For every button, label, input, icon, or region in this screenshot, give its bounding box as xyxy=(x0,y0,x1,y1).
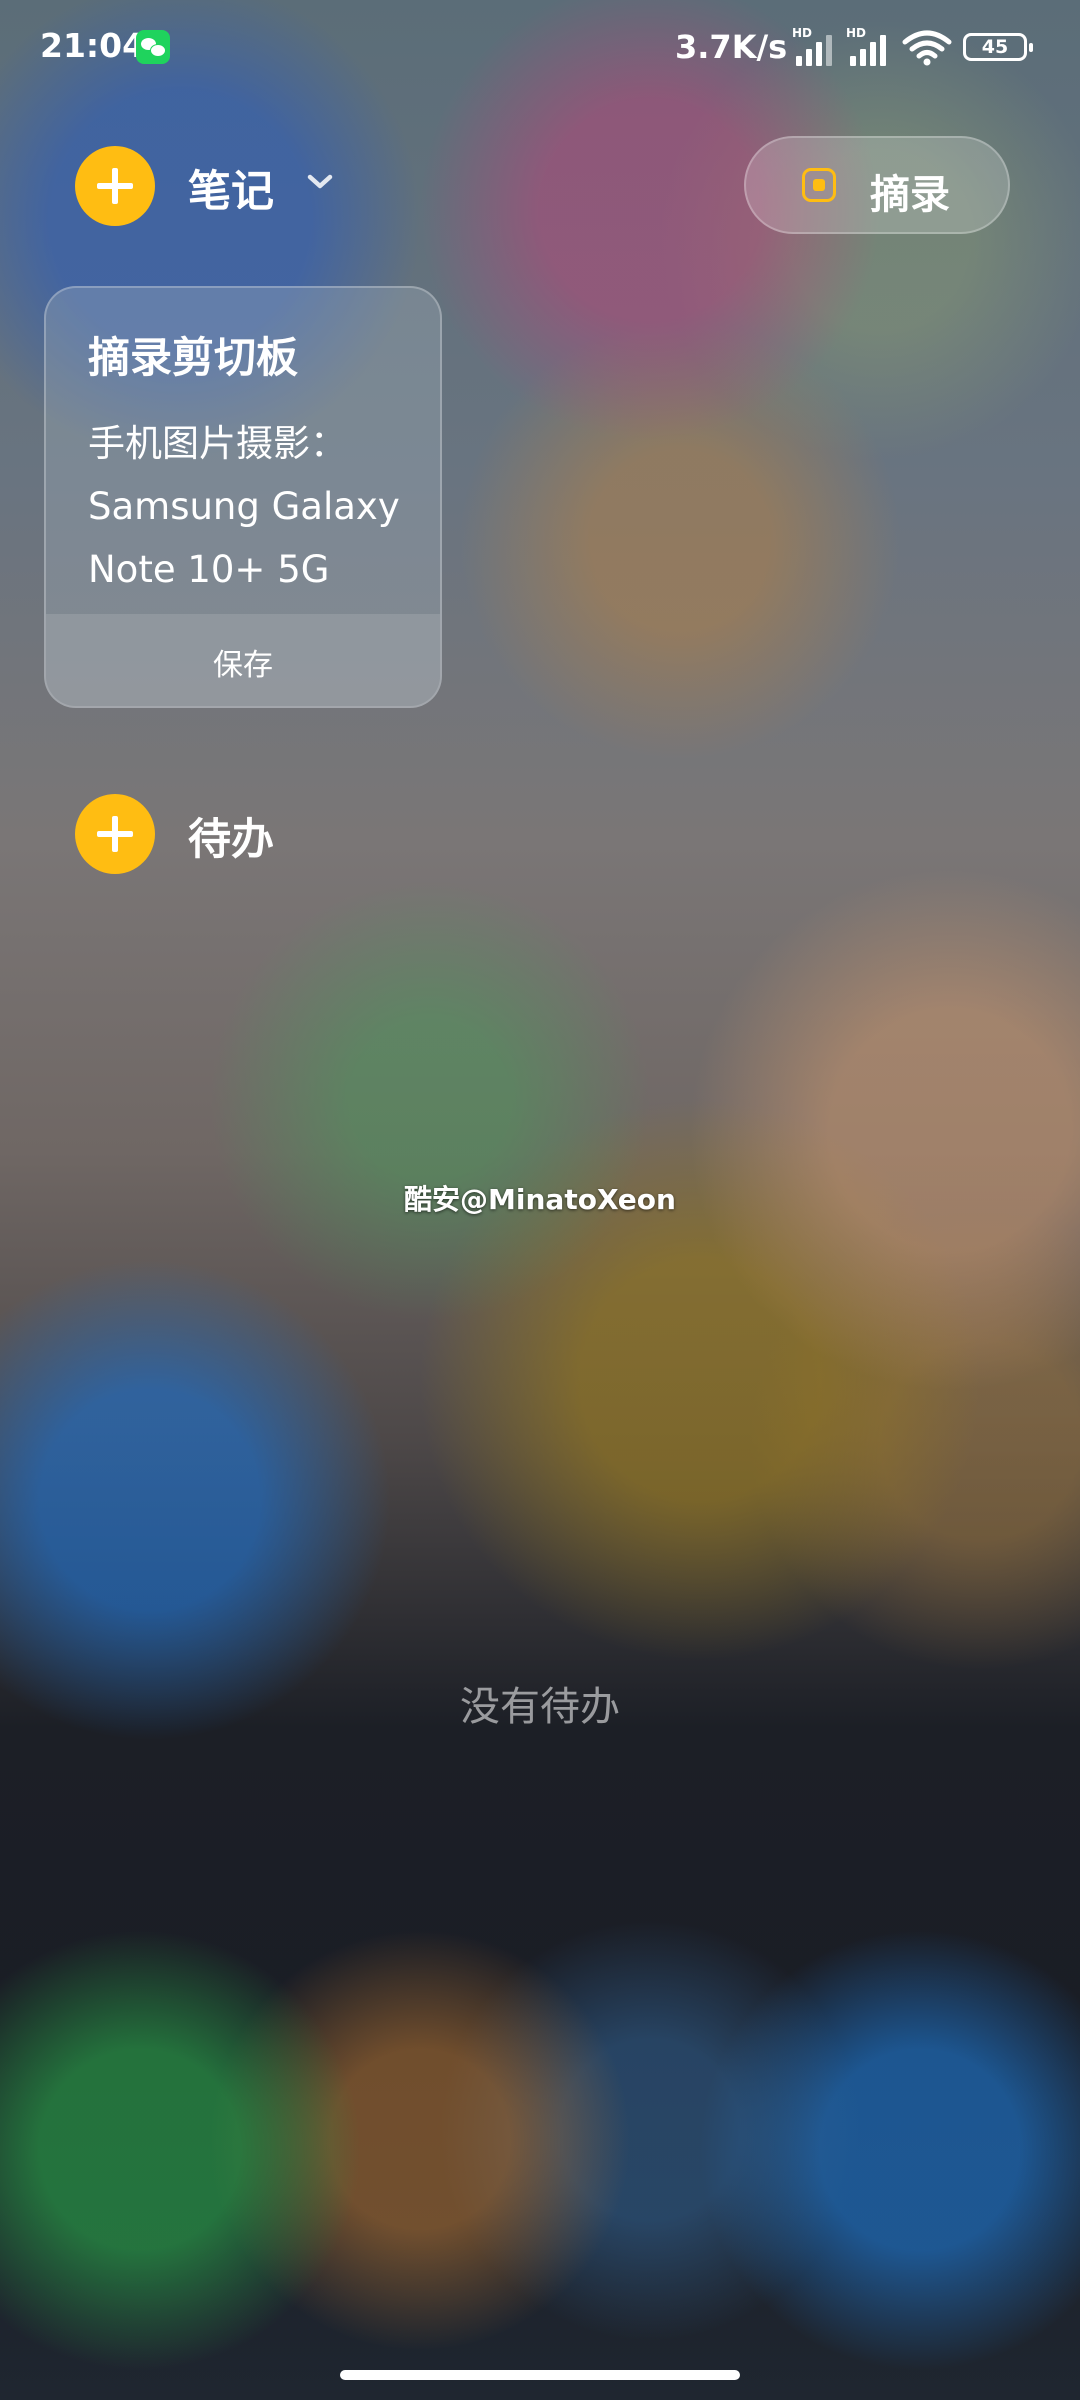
signal-sim2-icon: HD xyxy=(846,26,898,66)
excerpt-button[interactable]: 摘录 xyxy=(744,136,1010,234)
clipboard-card[interactable]: 摘录剪切板 手机图片摄影： Samsung Galaxy Note 10+ 5G… xyxy=(44,286,442,708)
watermark: 酷安@MinatoXeon xyxy=(404,1183,676,1216)
signal-bar xyxy=(860,49,866,66)
signal-bar xyxy=(796,56,802,66)
signal-bar xyxy=(870,42,876,66)
signal-sim1-icon: HD xyxy=(792,26,844,66)
add-todo-button[interactable] xyxy=(75,794,155,874)
clipboard-save-button[interactable]: 保存 xyxy=(46,614,440,706)
status-bar: 21:04 3.7K/s HD HD 45 xyxy=(0,0,1080,96)
excerpt-button-label: 摘录 xyxy=(870,172,950,218)
empty-todo-text: 没有待办 xyxy=(460,1684,620,1730)
clipboard-square-icon xyxy=(802,168,836,202)
chevron-down-icon[interactable] xyxy=(306,172,334,192)
network-speed: 3.7K/s xyxy=(675,28,788,66)
todo-title: 待办 xyxy=(188,815,274,865)
wechat-icon xyxy=(136,30,170,64)
signal-bar xyxy=(826,35,832,66)
wifi-icon xyxy=(902,30,952,66)
hd-label: HD xyxy=(846,26,867,40)
status-time: 21:04 xyxy=(40,26,146,65)
signal-bar xyxy=(850,56,856,66)
add-note-button[interactable] xyxy=(75,146,155,226)
clipboard-card-title: 摘录剪切板 xyxy=(88,333,299,382)
signal-bar xyxy=(880,35,886,66)
signal-bar xyxy=(816,42,822,66)
signal-bar xyxy=(806,49,812,66)
clipboard-save-label: 保存 xyxy=(213,648,273,683)
hd-label: HD xyxy=(792,26,813,40)
notes-title[interactable]: 笔记 xyxy=(188,157,274,219)
clipboard-card-content: 手机图片摄影： Samsung Galaxy Note 10+ 5G xyxy=(88,422,400,591)
home-indicator[interactable] xyxy=(340,2370,740,2380)
battery-icon: 45 xyxy=(963,33,1033,61)
